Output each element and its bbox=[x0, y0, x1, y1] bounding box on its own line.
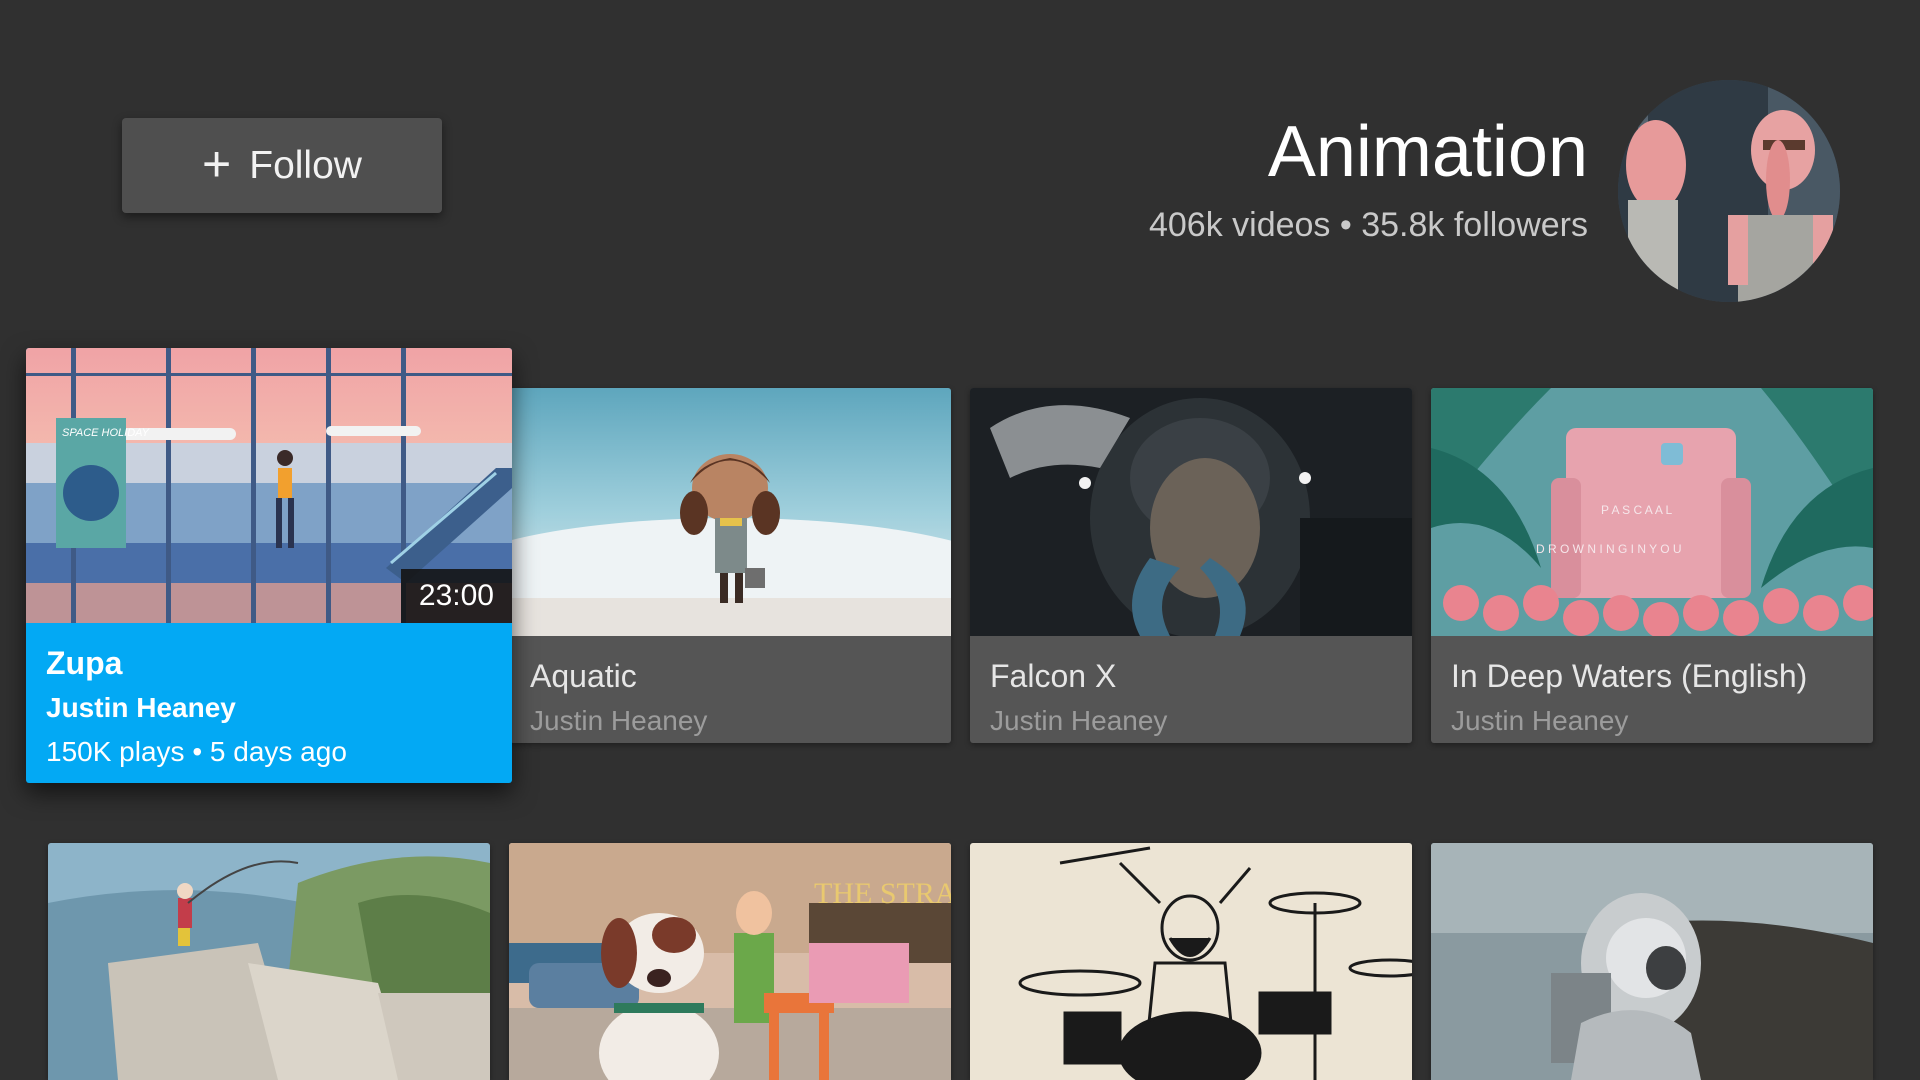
channel-stats: 406k videos • 35.8k followers bbox=[1148, 206, 1588, 244]
video-card-in-deep-waters[interactable]: P A S C A A L D R O W N I N G I N Y O U … bbox=[1431, 388, 1873, 743]
video-card-row2-4[interactable] bbox=[1431, 843, 1873, 1080]
video-thumbnail: SPACE HOLIDAY 23:00 bbox=[26, 348, 512, 623]
video-title: Aquatic bbox=[530, 658, 637, 694]
video-meta: 150K plays • 5 days ago bbox=[46, 736, 347, 767]
straight-sign-text: THE STRAIGHT S bbox=[814, 877, 951, 910]
video-duration: 23:00 bbox=[400, 569, 512, 623]
video-author: Justin Heaney bbox=[46, 692, 236, 723]
video-info: In Deep Waters (English) Justin Heaney bbox=[1431, 636, 1873, 743]
video-info: Aquatic Justin Heaney bbox=[510, 636, 951, 743]
video-thumbnail bbox=[510, 388, 951, 636]
plus-icon: + bbox=[202, 135, 232, 192]
channel-title: Animation bbox=[1267, 112, 1588, 192]
video-card-zupa[interactable]: SPACE HOLIDAY 23:00 Zupa Justin Heaney 1… bbox=[26, 348, 512, 783]
video-author: Justin Heaney bbox=[990, 705, 1168, 736]
video-thumbnail bbox=[48, 843, 490, 1080]
video-thumbnail: P A S C A A L D R O W N I N G I N Y O U bbox=[1431, 388, 1873, 636]
channel-avatar[interactable] bbox=[1618, 80, 1840, 302]
video-card-aquatic[interactable]: Aquatic Justin Heaney bbox=[510, 388, 951, 743]
video-card-row2-2[interactable]: THE STRAIGHT S bbox=[509, 843, 951, 1080]
video-author: Justin Heaney bbox=[530, 705, 708, 736]
follow-label: Follow bbox=[249, 143, 362, 187]
video-title: Falcon X bbox=[990, 658, 1117, 694]
pascaal-text: P A S C A A L bbox=[1601, 503, 1673, 517]
channel-header: Animation 406k videos • 35.8k followers bbox=[1149, 110, 1588, 245]
video-thumbnail bbox=[970, 388, 1412, 636]
video-info: Falcon X Justin Heaney bbox=[970, 636, 1412, 743]
video-card-row2-3[interactable] bbox=[970, 843, 1412, 1080]
video-title: Zupa bbox=[46, 645, 123, 681]
video-card-row2-1[interactable] bbox=[48, 843, 490, 1080]
video-thumbnail bbox=[1431, 843, 1873, 1080]
follow-button[interactable]: + Follow bbox=[122, 118, 442, 213]
video-thumbnail: THE STRAIGHT S bbox=[509, 843, 951, 1080]
space-holiday-text: SPACE HOLIDAY bbox=[62, 427, 150, 439]
video-card-falcon-x[interactable]: Falcon X Justin Heaney bbox=[970, 388, 1412, 743]
video-author: Justin Heaney bbox=[1451, 705, 1629, 736]
video-thumbnail bbox=[970, 843, 1412, 1080]
drowning-text: D R O W N I N G I N Y O U bbox=[1536, 542, 1682, 556]
video-info: Zupa Justin Heaney 150K plays • 5 days a… bbox=[26, 623, 512, 783]
video-title: In Deep Waters (English) bbox=[1451, 658, 1808, 694]
